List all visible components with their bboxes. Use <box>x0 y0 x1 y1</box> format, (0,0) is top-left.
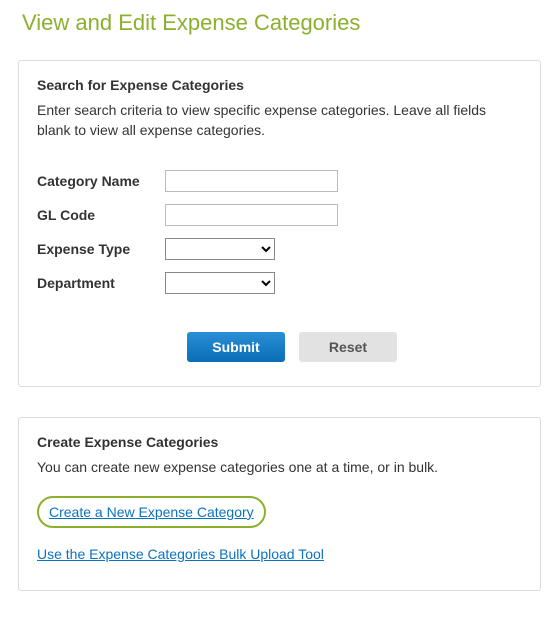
reset-button[interactable]: Reset <box>299 332 397 362</box>
bulk-upload-link[interactable]: Use the Expense Categories Bulk Upload T… <box>37 546 324 562</box>
submit-button[interactable]: Submit <box>187 332 285 362</box>
category-name-label: Category Name <box>37 173 165 189</box>
create-new-link[interactable]: Create a New Expense Category <box>49 504 254 520</box>
expense-type-select[interactable] <box>165 238 275 260</box>
create-panel: Create Expense Categories You can create… <box>18 417 541 591</box>
page-title: View and Edit Expense Categories <box>22 10 559 36</box>
department-row: Department <box>37 272 522 294</box>
button-row: Submit Reset <box>187 332 522 362</box>
search-panel: Search for Expense Categories Enter sear… <box>18 60 541 387</box>
create-panel-description: You can create new expense categories on… <box>37 458 522 478</box>
expense-type-row: Expense Type <box>37 238 522 260</box>
category-name-row: Category Name <box>37 170 522 192</box>
gl-code-input[interactable] <box>165 204 338 226</box>
highlight-oval: Create a New Expense Category <box>37 496 266 528</box>
gl-code-row: GL Code <box>37 204 522 226</box>
department-select[interactable] <box>165 272 275 294</box>
search-panel-description: Enter search criteria to view specific e… <box>37 101 522 140</box>
bulk-upload-link-wrap: Use the Expense Categories Bulk Upload T… <box>37 546 522 562</box>
department-label: Department <box>37 275 165 291</box>
gl-code-label: GL Code <box>37 207 165 223</box>
create-panel-title: Create Expense Categories <box>37 434 522 450</box>
create-new-link-wrap: Create a New Expense Category <box>37 496 522 528</box>
search-panel-title: Search for Expense Categories <box>37 77 522 93</box>
expense-type-label: Expense Type <box>37 241 165 257</box>
category-name-input[interactable] <box>165 170 338 192</box>
